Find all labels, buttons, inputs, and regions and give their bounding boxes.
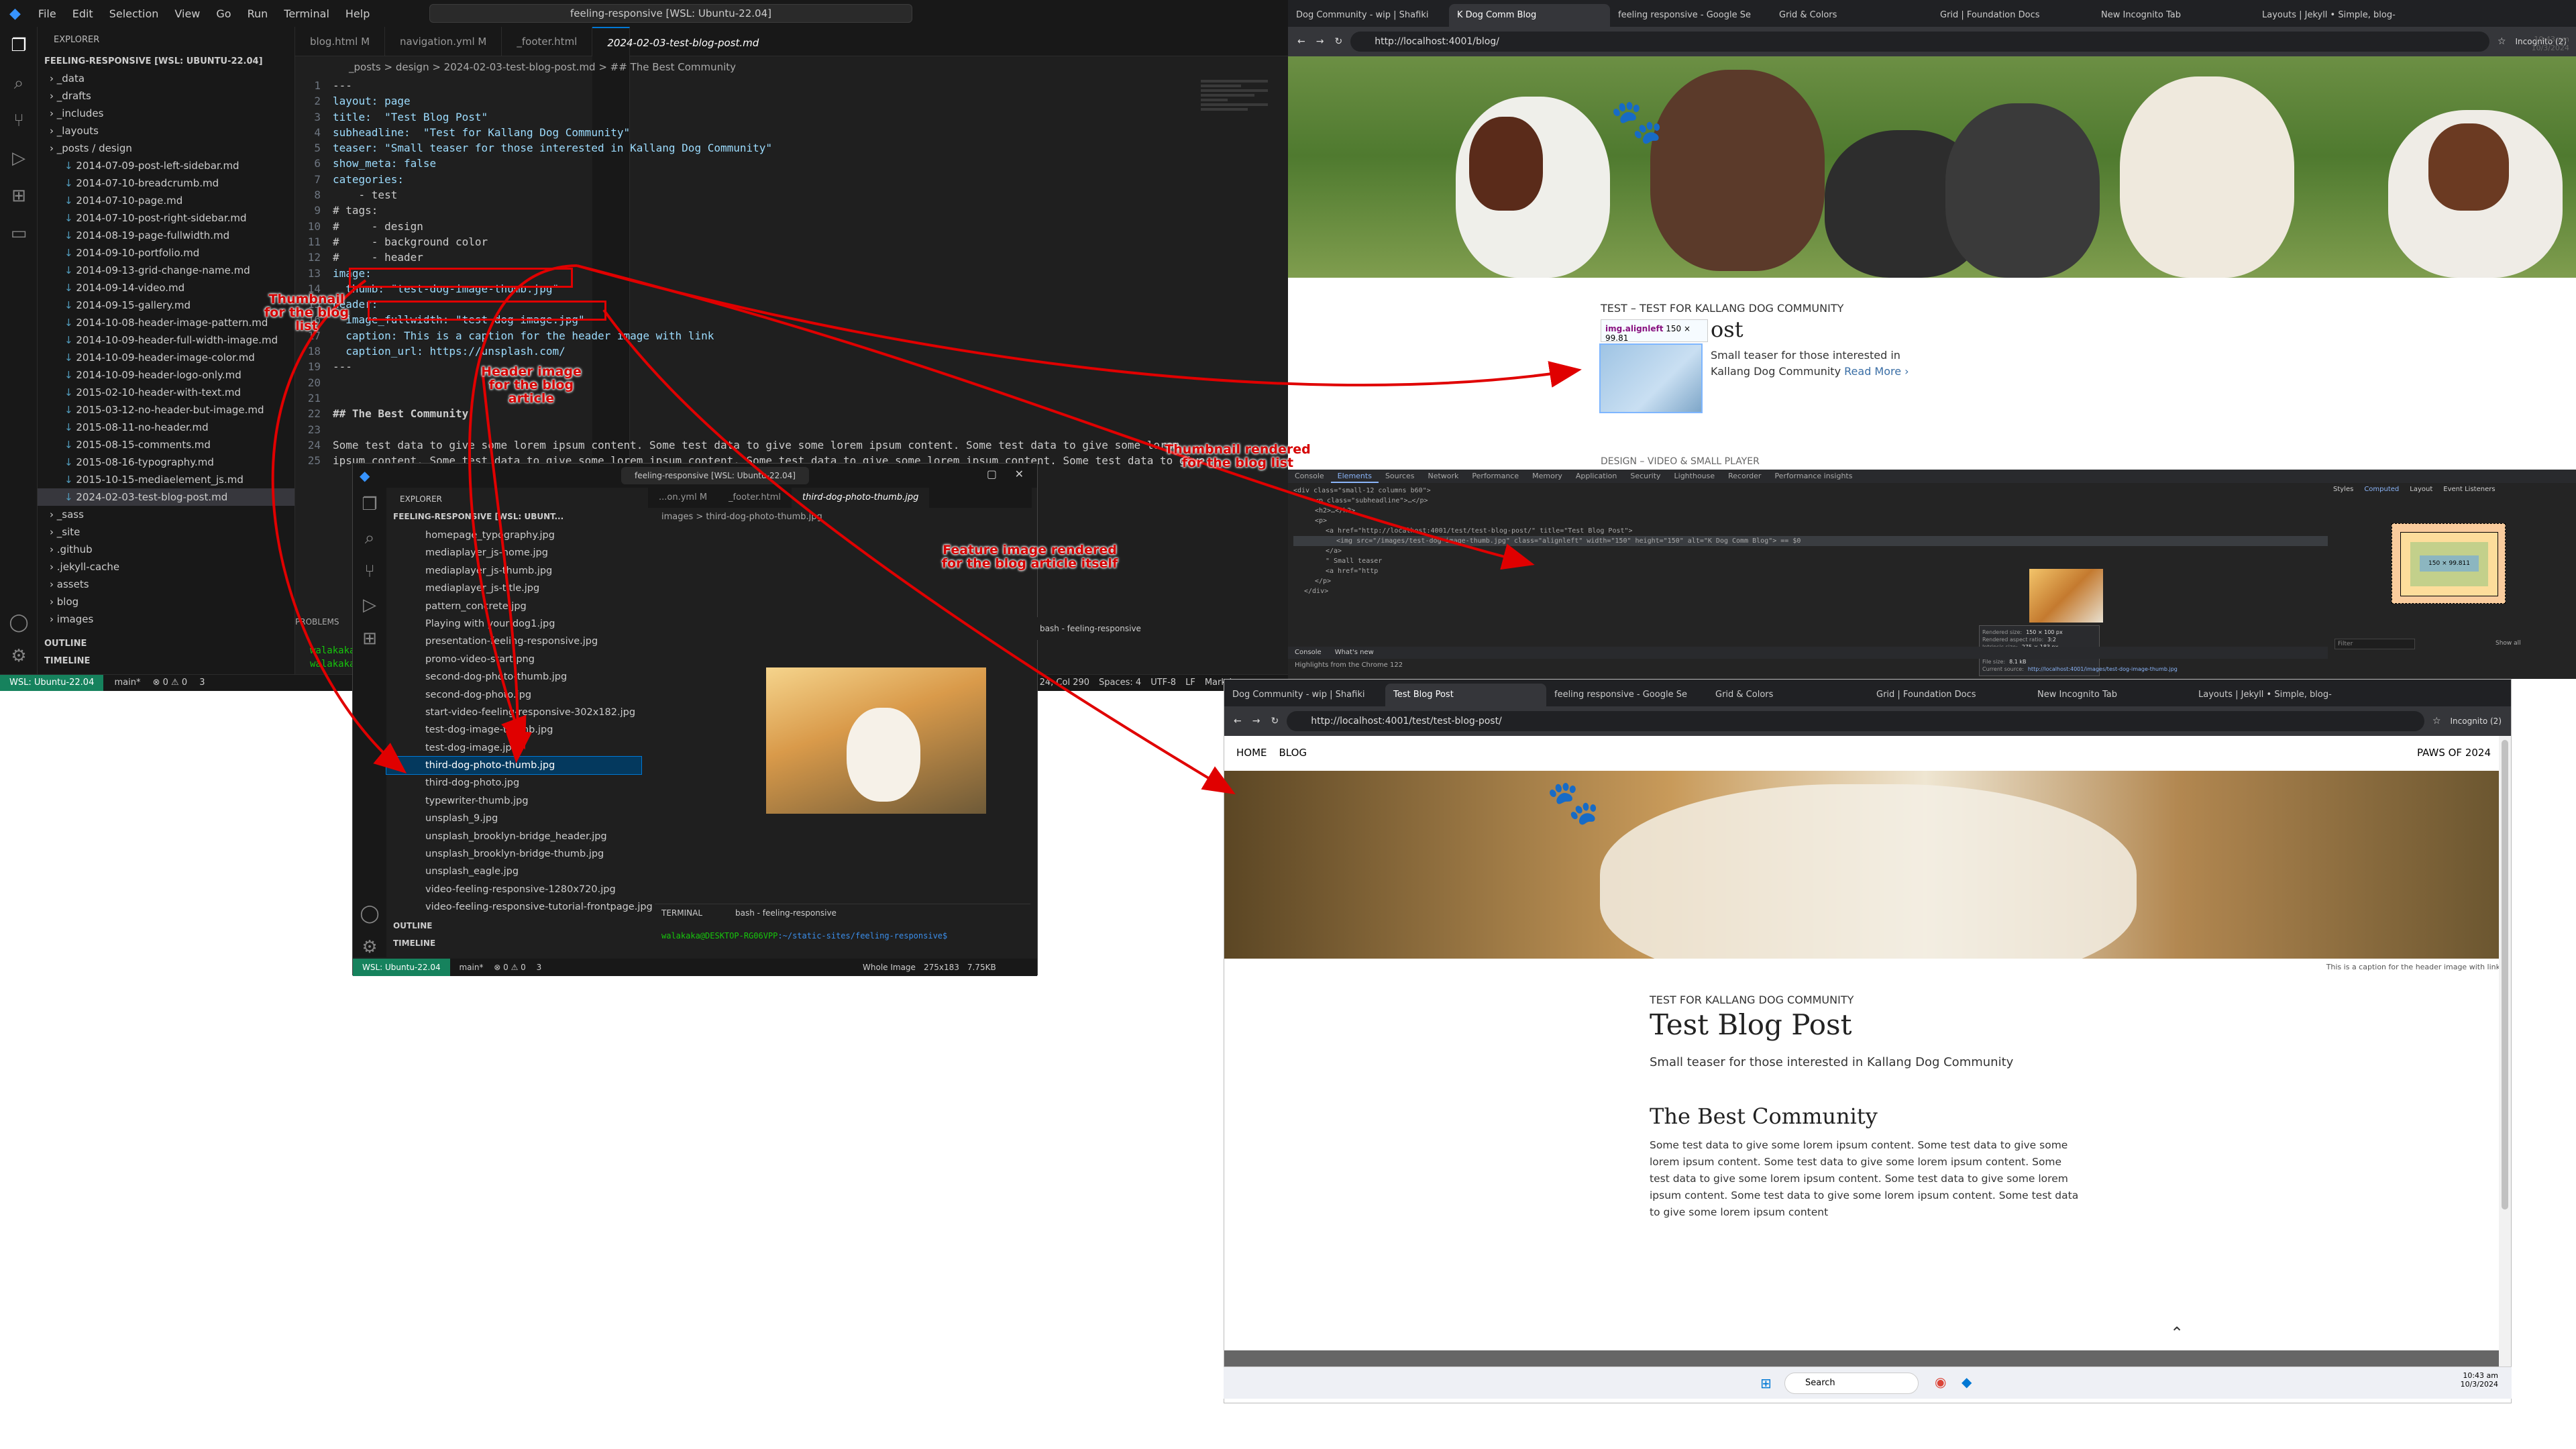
annotation-header-label: Header image for the blog article (481, 364, 582, 406)
arrow-thumb-to-file2 (271, 279, 407, 774)
annotation-arrows (271, 264, 1582, 795)
arrow-header-to-article (602, 309, 1236, 795)
arrow-header-to-file (482, 375, 532, 763)
header-highlight-box (368, 301, 606, 321)
arrow-thumb-to-file (468, 264, 578, 750)
annotation-thumb-rendered: Thumbnail rendered for the blog list (1165, 442, 1311, 470)
arrow-thumb-to-list (576, 264, 1582, 388)
annotation-feature-rendered: Feature image rendered for the blog arti… (941, 543, 1118, 571)
annotation-thumb-label: Thumbnail for the blog list (264, 292, 350, 333)
thumb-highlight-box (349, 268, 573, 288)
arrow-thumb-to-devtools (576, 264, 1535, 570)
